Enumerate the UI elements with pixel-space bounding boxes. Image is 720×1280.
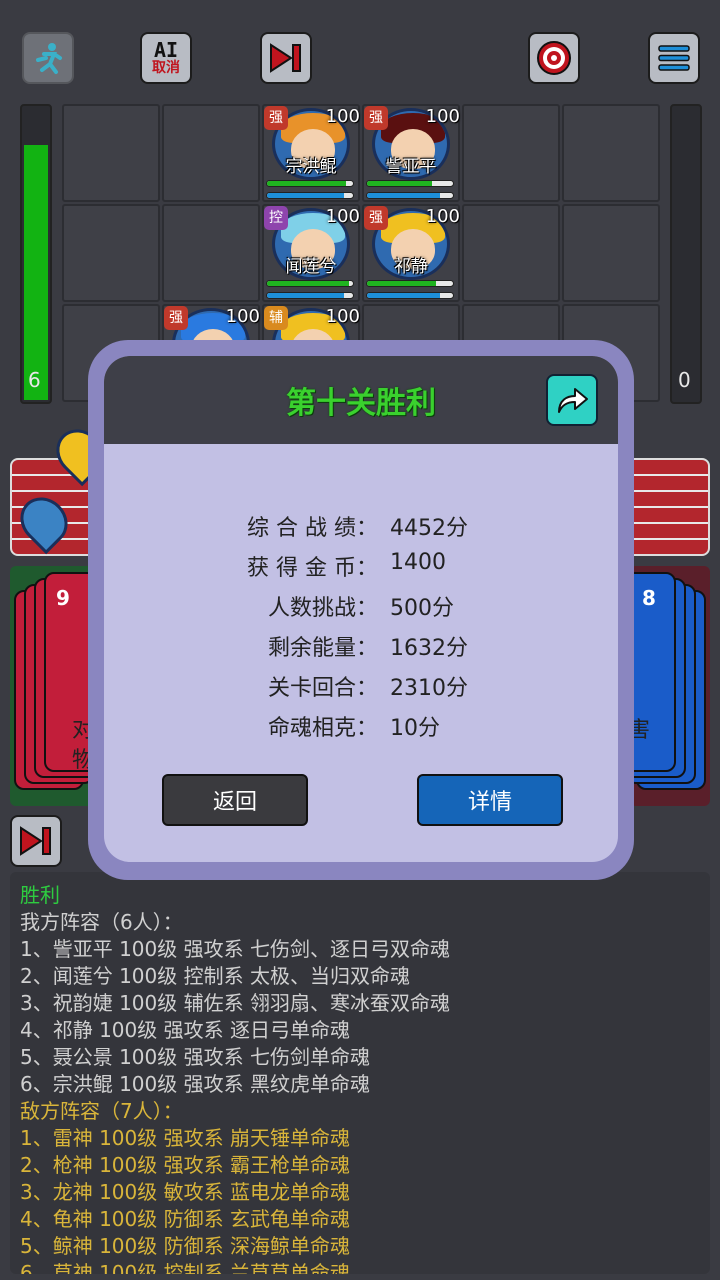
grid-cell[interactable] xyxy=(562,104,660,202)
unit-card[interactable]: 控 100 闻莲兮 xyxy=(262,204,360,302)
unit-level: 100 xyxy=(325,106,360,127)
victory-title: 第十关胜利 xyxy=(286,386,436,421)
score-row: 关卡回合： 2310分 xyxy=(104,664,618,704)
score-value: 2310分 xyxy=(390,676,468,701)
log-enemy-line: 2、枪神 100级 强攻系 霸王枪单命魂 xyxy=(20,1153,350,1177)
unit-card[interactable]: 强 100 祁静 xyxy=(362,204,460,302)
details-button[interactable]: 详情 xyxy=(417,774,563,826)
unit-hp-bar xyxy=(266,280,354,287)
unit-name: 訾亚平 xyxy=(385,157,437,177)
back-button[interactable]: 返回 xyxy=(162,774,308,826)
unit-level: 100 xyxy=(325,306,360,327)
log-enemy-line: 4、龟神 100级 防御系 玄武龟单命魂 xyxy=(20,1207,350,1231)
victory-dialog-header: 第十关胜利 xyxy=(104,356,618,444)
score-label: 获 得 金 币： xyxy=(247,556,378,581)
score-label: 关卡回合： xyxy=(267,676,378,701)
share-button[interactable] xyxy=(546,374,598,426)
unit-class-tag: 强 xyxy=(264,106,288,130)
log-ally-line: 5、聂公景 100级 强攻系 七伤剑单命魂 xyxy=(20,1045,370,1069)
hamburger-menu-icon xyxy=(658,45,690,71)
log-ally-line: 3、祝韵婕 100级 辅佐系 翎羽扇、寒冰蚕双命魂 xyxy=(20,991,450,1015)
victory-dialog-panel: 第十关胜利 综 合 战 绩： 4452分 获 得 金 币： 1400 人数挑战：… xyxy=(104,356,618,862)
unit-class-tag: 控 xyxy=(264,206,288,230)
log-enemy-line: 5、鲸神 100级 防御系 深海鲸单命魂 xyxy=(20,1234,350,1258)
score-label: 命魂相克： xyxy=(267,716,378,741)
enemy-energy-count: 0 xyxy=(678,368,691,392)
score-value: 500分 xyxy=(390,596,454,621)
unit-level: 100 xyxy=(325,206,360,227)
log-enemy-line: 6、草神 100级 控制系 兰草草单命魂 xyxy=(20,1261,350,1274)
score-value: 1400 xyxy=(390,550,446,575)
victory-dialog: 第十关胜利 综 合 战 绩： 4452分 获 得 金 币： 1400 人数挑战：… xyxy=(88,340,634,880)
unit-class-tag: 辅 xyxy=(264,306,288,330)
unit-hp-bar xyxy=(366,180,454,187)
run-button[interactable] xyxy=(22,32,74,84)
share-arrow-icon xyxy=(558,388,588,413)
score-label: 人数挑战： xyxy=(267,596,378,621)
unit-name: 闻莲兮 xyxy=(285,257,337,277)
score-value: 4452分 xyxy=(390,516,468,541)
score-row: 综 合 战 绩： 4452分 xyxy=(104,504,618,544)
ally-energy-bar xyxy=(20,104,52,404)
score-row: 人数挑战： 500分 xyxy=(104,584,618,624)
unit-level: 100 xyxy=(425,106,460,127)
unit-card[interactable]: 强 100 宗洪鲲 xyxy=(262,104,360,202)
grid-cell[interactable] xyxy=(162,104,260,202)
score-row: 剩余能量： 1632分 xyxy=(104,624,618,664)
unit-class-tag: 强 xyxy=(364,206,388,230)
log-ally-line: 1、訾亚平 100级 强攻系 七伤剑、逐日弓双命魂 xyxy=(20,937,450,961)
unit-mp-bar xyxy=(266,292,354,299)
log-enemy-line: 3、龙神 100级 敏攻系 蓝电龙单命魂 xyxy=(20,1180,350,1204)
score-label: 剩余能量： xyxy=(267,636,378,661)
score-list: 综 合 战 绩： 4452分 获 得 金 币： 1400 人数挑战： 500分 … xyxy=(104,504,618,744)
unit-mp-bar xyxy=(366,192,454,199)
target-icon xyxy=(537,41,571,75)
grid-cell[interactable] xyxy=(62,104,160,202)
unit-card[interactable]: 强 100 訾亚平 xyxy=(362,104,460,202)
unit-name: 宗洪鲲 xyxy=(285,157,337,177)
log-result: 胜利 xyxy=(20,883,60,907)
score-value: 10分 xyxy=(390,716,440,741)
log-ally-line: 6、宗洪鲲 100级 强攻系 黑纹虎单命魂 xyxy=(20,1072,370,1096)
unit-level: 100 xyxy=(425,206,460,227)
grid-cell[interactable] xyxy=(562,204,660,302)
ai-label: AI xyxy=(153,38,179,62)
grid-cell[interactable] xyxy=(62,204,160,302)
log-ally-header: 我方阵容（6人）： xyxy=(20,910,183,934)
ai-cancel-button[interactable]: AI 取消 xyxy=(140,32,192,84)
grid-cell[interactable] xyxy=(462,104,560,202)
score-row: 获 得 金 币： 1400 xyxy=(104,544,618,584)
enemy-energy-bar xyxy=(670,104,702,404)
enemy-deck-count: 8 xyxy=(642,586,656,610)
skip-icon xyxy=(20,826,51,856)
cancel-label: 取消 xyxy=(152,60,180,76)
ally-deck-count: 9 xyxy=(56,586,70,610)
unit-class-tag: 强 xyxy=(364,106,388,130)
running-man-icon xyxy=(36,43,62,74)
log-ally-line: 2、闻莲兮 100级 控制系 太极、当归双命魂 xyxy=(20,964,410,988)
skip-turn-button[interactable] xyxy=(260,32,312,84)
ally-energy-count: 6 xyxy=(28,368,41,392)
grid-cell[interactable] xyxy=(462,204,560,302)
unit-mp-bar xyxy=(266,192,354,199)
unit-level: 100 xyxy=(225,306,260,327)
score-row: 命魂相克： 10分 xyxy=(104,704,618,744)
skip-icon xyxy=(270,43,301,73)
log-enemy-header: 敌方阵容（7人）： xyxy=(20,1099,183,1123)
score-value: 1632分 xyxy=(390,636,468,661)
unit-name: 祁静 xyxy=(394,257,428,277)
menu-button[interactable] xyxy=(648,32,700,84)
grid-cell[interactable] xyxy=(162,204,260,302)
log-enemy-line: 1、雷神 100级 强攻系 崩天锤单命魂 xyxy=(20,1126,350,1150)
unit-class-tag: 强 xyxy=(164,306,188,330)
unit-hp-bar xyxy=(366,280,454,287)
target-button[interactable] xyxy=(528,32,580,84)
battle-log[interactable]: 胜利 我方阵容（6人）： 1、訾亚平 100级 强攻系 七伤剑、逐日弓双命魂 2… xyxy=(10,872,710,1274)
log-ally-line: 4、祁静 100级 强攻系 逐日弓单命魂 xyxy=(20,1018,350,1042)
score-label: 综 合 战 绩： xyxy=(247,516,378,541)
unit-hp-bar xyxy=(266,180,354,187)
ally-energy-fill xyxy=(24,145,48,400)
end-turn-button[interactable] xyxy=(10,815,62,867)
unit-mp-bar xyxy=(366,292,454,299)
